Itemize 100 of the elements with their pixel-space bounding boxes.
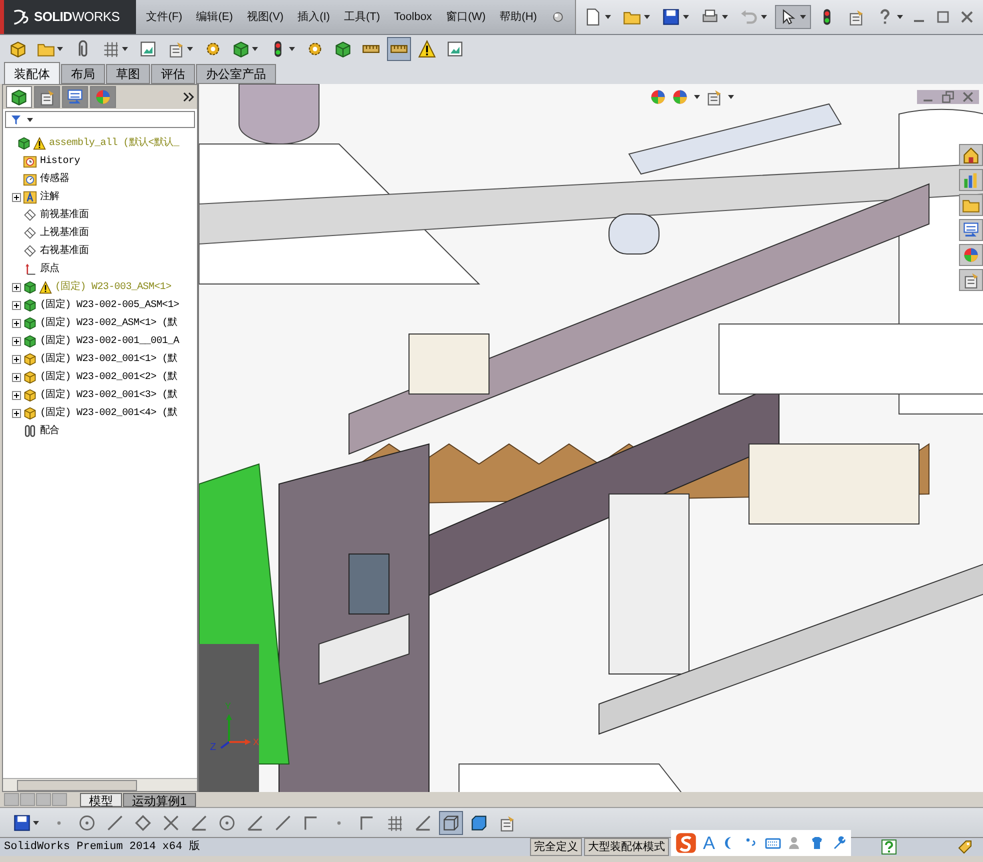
tree-item[interactable]: 注解 — [39, 190, 60, 204]
ime-logo-icon[interactable] — [675, 832, 697, 854]
tree-item[interactable]: 前视基准面 — [39, 208, 89, 222]
caret-icon[interactable] — [760, 14, 768, 20]
plane-icon — [23, 244, 37, 258]
model-tab[interactable]: 运动算例1 — [123, 792, 196, 806]
new-document-icon[interactable] — [584, 8, 602, 26]
tree-item[interactable]: (固定) W23-002_001<2> (默 — [39, 370, 178, 384]
caret-icon[interactable] — [896, 14, 904, 20]
assembly-icon — [23, 316, 37, 330]
expand-icon[interactable] — [12, 390, 21, 400]
tree-item[interactable]: (固定) W23-002_ASM<1> (默 — [39, 316, 178, 330]
panel-tab[interactable] — [62, 86, 88, 108]
ds-logo-icon — [12, 8, 30, 26]
ribbon-tab[interactable]: 装配体 — [4, 62, 60, 84]
tree-item[interactable]: 上视基准面 — [39, 226, 89, 240]
save-icon[interactable] — [662, 8, 680, 26]
caret-icon[interactable] — [26, 116, 34, 122]
caret-icon[interactable] — [56, 46, 64, 52]
sensor-folder-icon — [23, 172, 37, 186]
menu-item[interactable]: 工具(T) — [344, 8, 380, 26]
menu-item[interactable]: 帮助(H) — [500, 8, 537, 26]
caret-icon[interactable] — [186, 46, 194, 52]
assembly-icon — [17, 136, 31, 150]
tree-item[interactable]: (固定) W23-002-005_ASM<1> — [39, 298, 180, 312]
configuration-icon[interactable] — [66, 88, 84, 106]
expand-chevron-icon[interactable] — [182, 91, 194, 103]
tree-item[interactable]: (固定) W23-003_ASM<1> — [54, 280, 172, 294]
tree-item[interactable]: (固定) W23-002-001__001_A — [39, 334, 180, 348]
filter-icon[interactable] — [10, 114, 22, 126]
restore-icon[interactable] — [941, 90, 955, 104]
axis-label: Z — [209, 742, 218, 754]
close-icon[interactable] — [961, 90, 975, 104]
status-field: 大型装配体模式 — [584, 838, 669, 856]
expand-icon[interactable] — [12, 408, 21, 418]
menu-item[interactable]: 文件(F) — [146, 8, 182, 26]
menu-item[interactable]: Toolbox — [394, 8, 432, 26]
expand-icon[interactable] — [12, 354, 21, 364]
expand-icon[interactable] — [12, 282, 21, 292]
input-mode-toggle[interactable]: A — [703, 830, 716, 856]
tag-icon[interactable] — [957, 839, 973, 855]
assembly-icon — [23, 298, 37, 312]
ribbon-tab[interactable]: 办公室产品 — [196, 64, 276, 84]
part-icon — [23, 406, 37, 420]
tree-item[interactable]: assembly_all (默认<默认_ — [48, 136, 180, 150]
select-cursor-button[interactable] — [775, 5, 811, 29]
caret-icon[interactable] — [643, 14, 651, 20]
expand-icon[interactable] — [12, 300, 21, 310]
assembly-icon — [23, 334, 37, 348]
pattern-icon[interactable] — [102, 40, 120, 58]
tree-item[interactable]: (固定) W23-002_001<4> (默 — [39, 406, 178, 420]
caret-icon[interactable] — [288, 46, 296, 52]
tree-item[interactable]: 右视基准面 — [39, 244, 89, 258]
part-icon — [23, 388, 37, 402]
help-icon[interactable] — [881, 839, 898, 855]
close-icon[interactable] — [959, 9, 975, 25]
history-folder-icon — [23, 154, 37, 168]
menu-item[interactable]: 视图(V) — [246, 8, 284, 26]
plane-icon — [23, 226, 37, 240]
caret-icon[interactable] — [693, 94, 701, 100]
part-icon — [23, 352, 37, 366]
caret-icon[interactable] — [721, 14, 729, 20]
expand-icon[interactable] — [12, 372, 21, 382]
expand-icon[interactable] — [12, 192, 21, 202]
expand-icon[interactable] — [12, 336, 21, 346]
caret-icon[interactable] — [32, 820, 40, 826]
tree-item[interactable]: History — [39, 154, 80, 168]
tree-item[interactable]: 原点 — [39, 262, 60, 276]
options-icon[interactable] — [847, 8, 865, 26]
tree-item[interactable]: (固定) W23-002_001<1> (默 — [39, 352, 178, 366]
panel-tab[interactable] — [6, 86, 32, 108]
appearance-icon[interactable] — [649, 88, 667, 106]
ribbon-tab[interactable]: 草图 — [106, 64, 150, 84]
model-tab[interactable]: 模型 — [80, 792, 122, 806]
feature-tree-icon[interactable] — [10, 88, 28, 106]
appearance-icon[interactable] — [94, 88, 112, 106]
tree-item[interactable]: 传感器 — [39, 172, 70, 186]
menu-item[interactable]: 插入(I) — [298, 8, 330, 26]
caret-icon[interactable] — [251, 46, 259, 52]
filter-field[interactable] — [5, 111, 195, 128]
scene-icon[interactable] — [671, 88, 689, 106]
tree-item[interactable]: 配合 — [39, 424, 60, 438]
tree-item[interactable]: (固定) W23-002_001<3> (默 — [39, 388, 178, 402]
horizontal-scrollbar[interactable] — [3, 778, 197, 791]
maximize-icon[interactable] — [935, 9, 951, 25]
property-icon[interactable] — [38, 88, 56, 106]
annotation-folder-icon — [23, 190, 37, 204]
ribbon-tab[interactable]: 布局 — [61, 64, 105, 84]
caret-icon[interactable] — [682, 14, 690, 20]
panel-tab[interactable] — [34, 86, 60, 108]
menu-item[interactable]: 编辑(E) — [196, 8, 233, 26]
caret-icon[interactable] — [727, 94, 735, 100]
assembly-features-icon[interactable] — [232, 40, 250, 58]
caret-icon[interactable] — [121, 46, 129, 52]
expand-icon[interactable] — [12, 318, 21, 328]
menu-item[interactable]: 窗口(W) — [446, 8, 486, 26]
save-icon[interactable] — [13, 814, 31, 832]
caret-icon[interactable] — [604, 14, 612, 20]
ribbon-tab[interactable]: 评估 — [151, 64, 195, 84]
caret-icon[interactable] — [799, 14, 807, 20]
